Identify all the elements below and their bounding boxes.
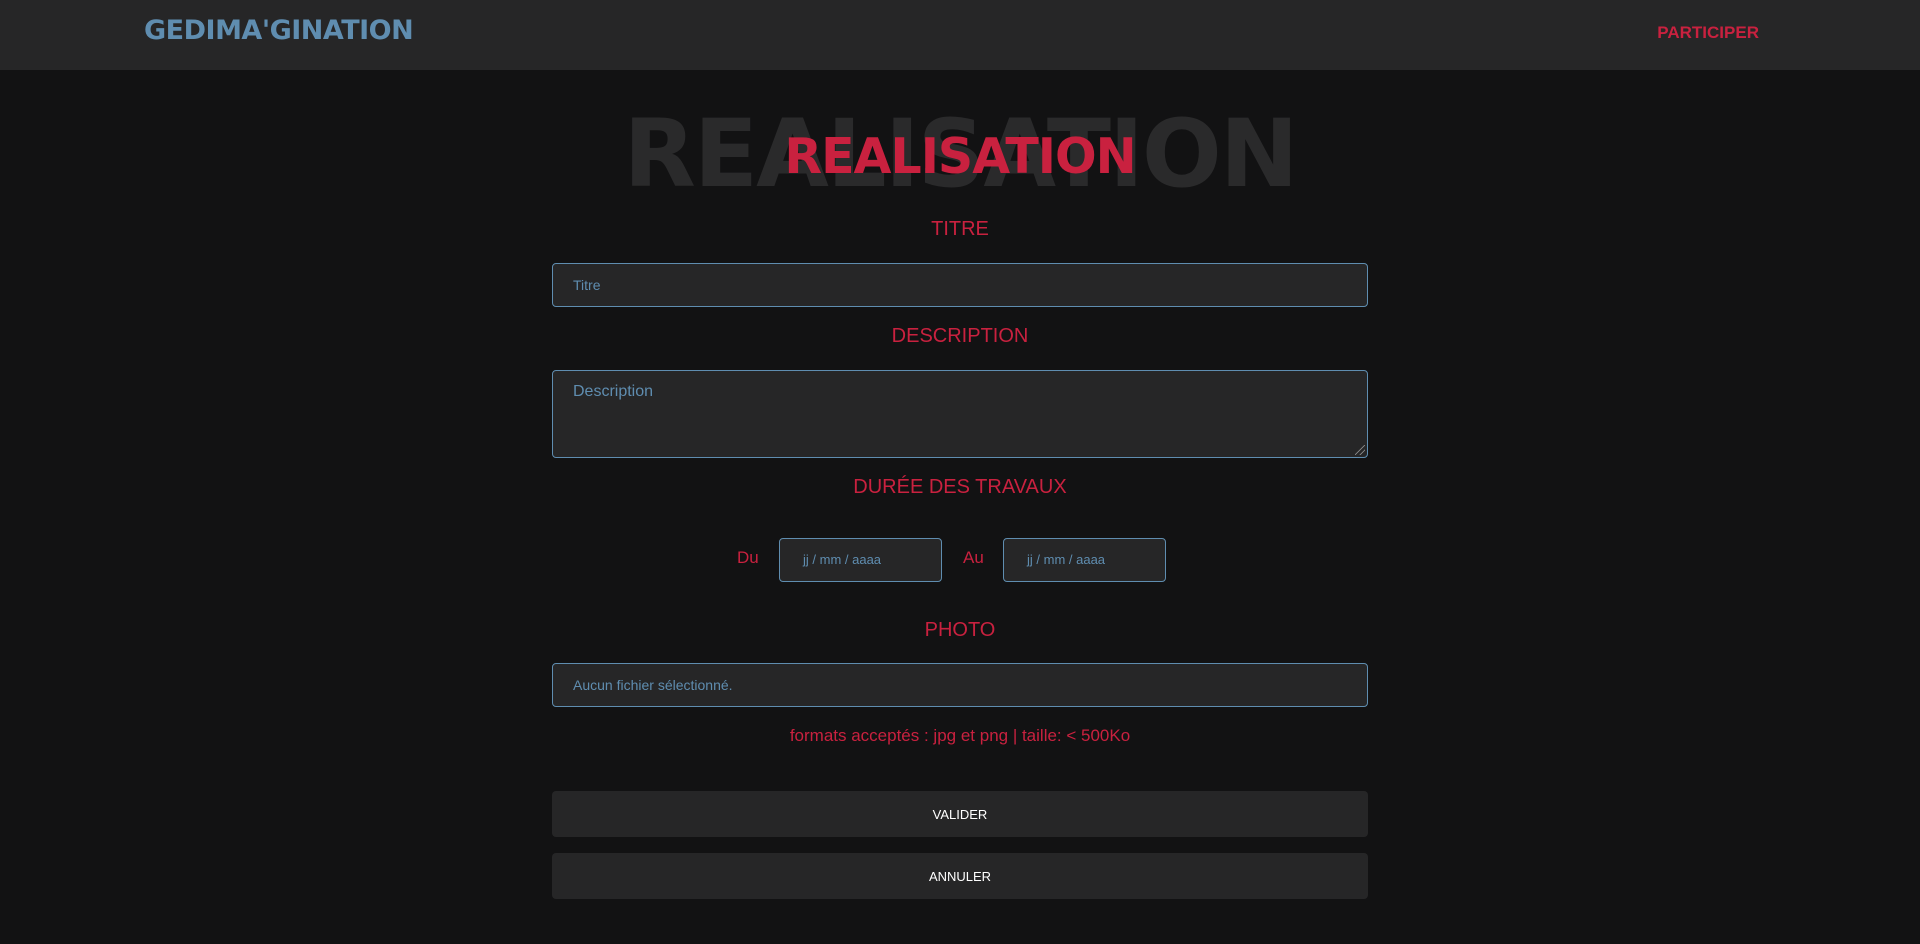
cancel-button[interactable]: ANNULER <box>552 853 1368 899</box>
photo-format-hint: formats acceptés : jpg et png | taille: … <box>789 726 1131 745</box>
resize-handle-icon[interactable] <box>1355 445 1365 455</box>
to-label: Au <box>963 548 984 567</box>
to-date-input[interactable]: jj / mm / aaaa <box>1003 538 1166 582</box>
description-label: DESCRIPTION <box>891 325 1029 347</box>
photo-file-status: Aucun fichier sélectionné. <box>573 677 733 693</box>
from-label: Du <box>737 548 759 567</box>
to-date-placeholder: jj / mm / aaaa <box>1027 552 1106 567</box>
description-placeholder: Description <box>573 383 654 400</box>
photo-label: PHOTO <box>924 619 996 641</box>
title-input[interactable]: Titre <box>552 263 1368 307</box>
nav-link-participer[interactable]: PARTICIPER <box>1657 23 1759 43</box>
photo-file-input[interactable]: Aucun fichier sélectionné. <box>552 663 1368 707</box>
duration-label: DURÉE DES TRAVAUX <box>853 476 1067 498</box>
title-label: TITRE <box>931 218 989 240</box>
top-navbar: GEDIMA'GINATION PARTICIPER <box>0 0 1920 70</box>
from-date-placeholder: jj / mm / aaaa <box>803 552 882 567</box>
page-title: REALISATION <box>784 128 1136 185</box>
submit-button[interactable]: VALIDER <box>552 791 1368 837</box>
page-title-block: REALISATION REALISATION <box>0 100 1920 210</box>
brand-logo[interactable]: GEDIMA'GINATION <box>144 15 414 46</box>
title-placeholder: Titre <box>573 277 601 293</box>
description-textarea[interactable]: Description <box>552 370 1368 458</box>
from-date-input[interactable]: jj / mm / aaaa <box>779 538 942 582</box>
